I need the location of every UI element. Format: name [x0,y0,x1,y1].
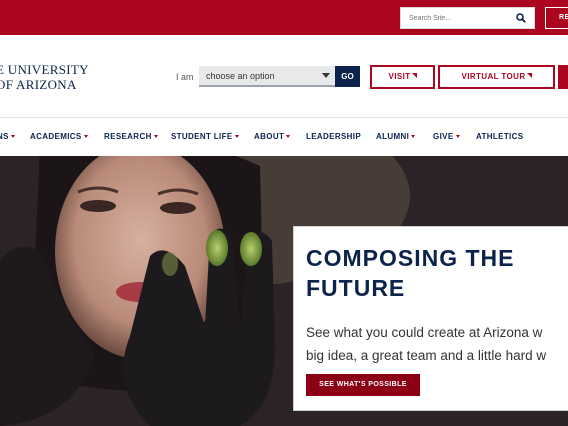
visit-button[interactable]: VISIT [370,65,435,89]
nav-item-athletics[interactable]: ATHLETICS [476,132,523,141]
nav-item-label: ACADEMICS [30,132,82,141]
visit-button-label: VISIT [388,72,411,81]
hero-title: COMPOSING THE FUTURE [306,243,515,303]
nav-item-label: RESEARCH [104,132,152,141]
university-logo[interactable]: E UNIVERSITY OF ARIZONA [0,62,89,92]
nav-item-about[interactable]: ABOUT [254,132,291,141]
nav-item-leadership[interactable]: LEADERSHIP [306,132,361,141]
nav-item-alumni[interactable]: ALUMNI [376,132,416,141]
dropdown-caret-icon [455,135,460,138]
logo-line-1: E UNIVERSITY [0,62,89,77]
dropdown-caret-icon [234,135,239,138]
dropdown-caret-icon [411,135,416,138]
top-utility-bar: RE [0,0,568,35]
nav-item-label: ALUMNI [376,132,410,141]
main-navigation: NS ACADEMICS RESEARCH STUDENT LIFE ABOUT… [0,117,568,156]
dropdown-caret-icon [83,135,88,138]
see-whats-possible-button[interactable]: SEE WHAT'S POSSIBLE [306,374,420,396]
dropdown-caret-icon [10,135,15,138]
hero-description-line-2: big idea, a great team and a little hard… [306,348,547,363]
nav-item-label: GIVE [433,132,454,141]
nav-item-label: ABOUT [254,132,285,141]
hero-title-line-1: COMPOSING THE [306,245,515,271]
virtual-tour-button-label: VIRTUAL TOUR [461,72,526,81]
search-icon[interactable] [513,10,529,26]
top-right-button[interactable]: RE [545,7,568,29]
site-search [400,7,535,29]
hero-card: COMPOSING THE FUTURE See what you could … [293,226,568,411]
hero-title-line-2: FUTURE [306,275,406,301]
chevron-down-icon [322,73,330,78]
nav-item-give[interactable]: GIVE [433,132,460,141]
virtual-tour-button[interactable]: VIRTUAL TOUR [438,65,555,89]
dropdown-caret-icon [286,135,291,138]
nav-item-label: LEADERSHIP [306,132,362,141]
nav-item-research[interactable]: RESEARCH [104,132,158,141]
iam-label: I am [176,72,194,82]
site-header: E UNIVERSITY OF ARIZONA I am choose an o… [0,35,568,117]
audience-select[interactable]: choose an option [199,66,335,87]
nav-item-admissions[interactable]: NS [0,132,15,141]
arrow-corner-icon [411,73,417,78]
hero-description-line-1: See what you could create at Arizona w [306,325,543,340]
arrow-corner-icon [526,73,532,78]
search-input[interactable] [401,8,513,28]
go-button[interactable]: GO [335,66,360,87]
apply-button[interactable] [558,65,568,89]
nav-item-label: NS [0,132,9,141]
nav-item-academics[interactable]: ACADEMICS [30,132,88,141]
dropdown-caret-icon [153,135,158,138]
nav-item-label: ATHLETICS [476,132,524,141]
nav-item-label: STUDENT LIFE [171,132,233,141]
hero-description: See what you could create at Arizona w b… [306,321,568,367]
logo-line-2: OF ARIZONA [0,77,77,92]
nav-item-student-life[interactable]: STUDENT LIFE [171,132,239,141]
hero-banner: COMPOSING THE FUTURE See what you could … [0,156,568,426]
audience-select-value: choose an option [206,71,275,81]
